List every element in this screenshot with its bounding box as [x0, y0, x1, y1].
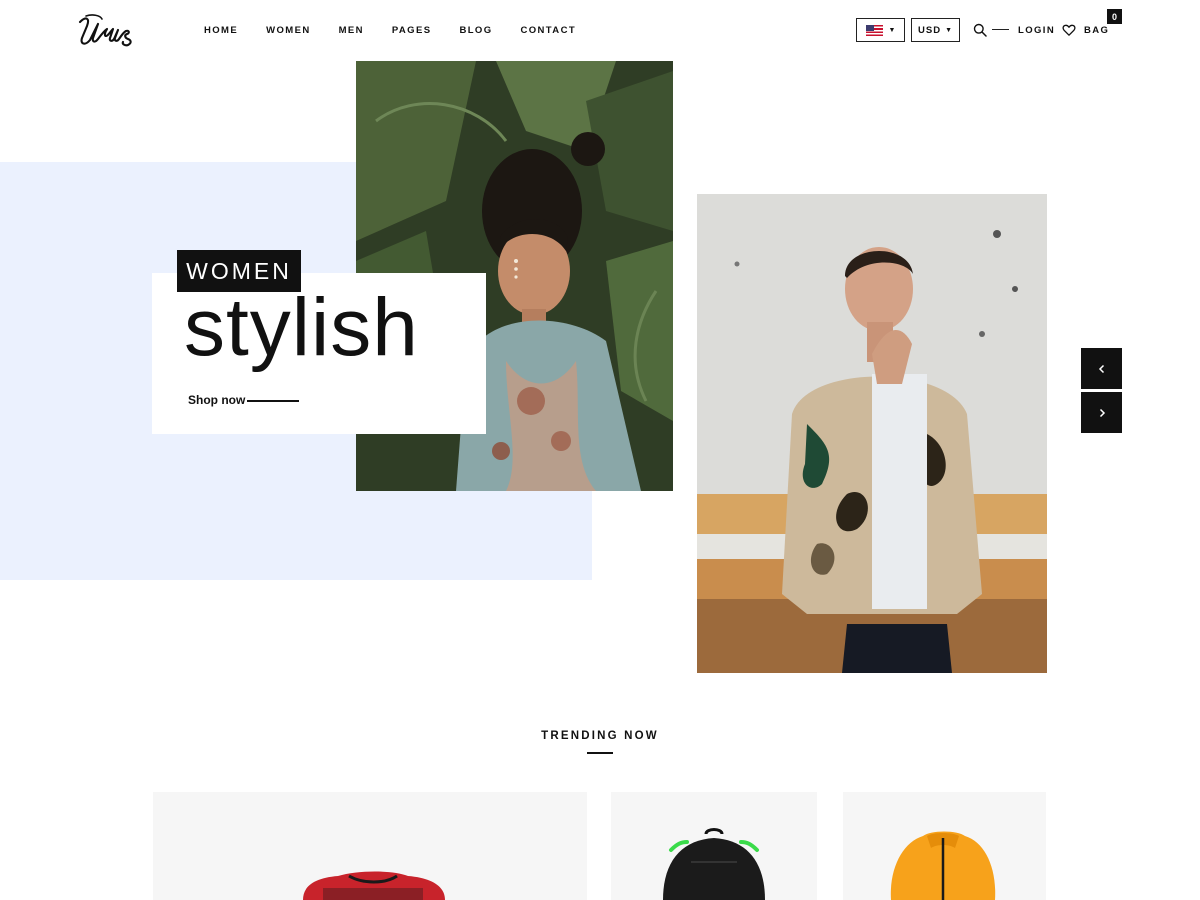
man-photo-illustration	[697, 194, 1047, 673]
heart-icon[interactable]	[1062, 23, 1076, 37]
chevron-right-icon	[1099, 408, 1105, 417]
nav-women[interactable]: WOMEN	[266, 24, 310, 38]
language-select[interactable]: ▼	[856, 18, 905, 42]
logo[interactable]	[76, 12, 140, 50]
shop-now-underline	[247, 400, 299, 402]
hero-image-man	[697, 194, 1047, 673]
chevron-left-icon	[1098, 364, 1104, 373]
hero-title: stylish	[184, 282, 419, 373]
shop-now-link[interactable]: Shop now	[188, 393, 245, 408]
nav-blog[interactable]: BLOG	[459, 24, 492, 38]
chevron-down-icon: ▼	[945, 26, 953, 34]
main-nav: HOME WOMEN MEN PAGES BLOG CONTACT	[204, 24, 604, 38]
search-icon[interactable]	[973, 23, 987, 37]
us-flag-icon	[865, 24, 883, 36]
slider-prev-button[interactable]	[1081, 348, 1122, 389]
login-link[interactable]: LOGIN	[1018, 24, 1055, 38]
currency-select[interactable]: USD ▼	[911, 18, 960, 42]
red-sweater-image	[303, 871, 445, 900]
bag-link[interactable]: BAG	[1084, 24, 1109, 38]
slider-next-button[interactable]	[1081, 392, 1122, 433]
nav-home[interactable]: HOME	[204, 24, 238, 38]
orange-jacket-image	[890, 831, 996, 900]
nav-men[interactable]: MEN	[339, 24, 364, 38]
nav-contact[interactable]: CONTACT	[521, 24, 577, 38]
header-divider	[992, 29, 1009, 30]
product-card-red-sweater[interactable]	[153, 792, 587, 900]
nav-pages[interactable]: PAGES	[392, 24, 432, 38]
trending-title: TRENDING NOW	[541, 730, 659, 742]
bag-count-badge: 0	[1107, 9, 1122, 24]
currency-label: USD	[918, 24, 942, 36]
trending-underline	[587, 752, 613, 754]
product-card-orange-jacket[interactable]	[843, 792, 1046, 900]
logo-script-mark	[78, 14, 132, 47]
backpack-image	[663, 828, 765, 900]
product-card-backpack[interactable]	[611, 792, 817, 900]
chevron-down-icon: ▼	[888, 26, 896, 34]
